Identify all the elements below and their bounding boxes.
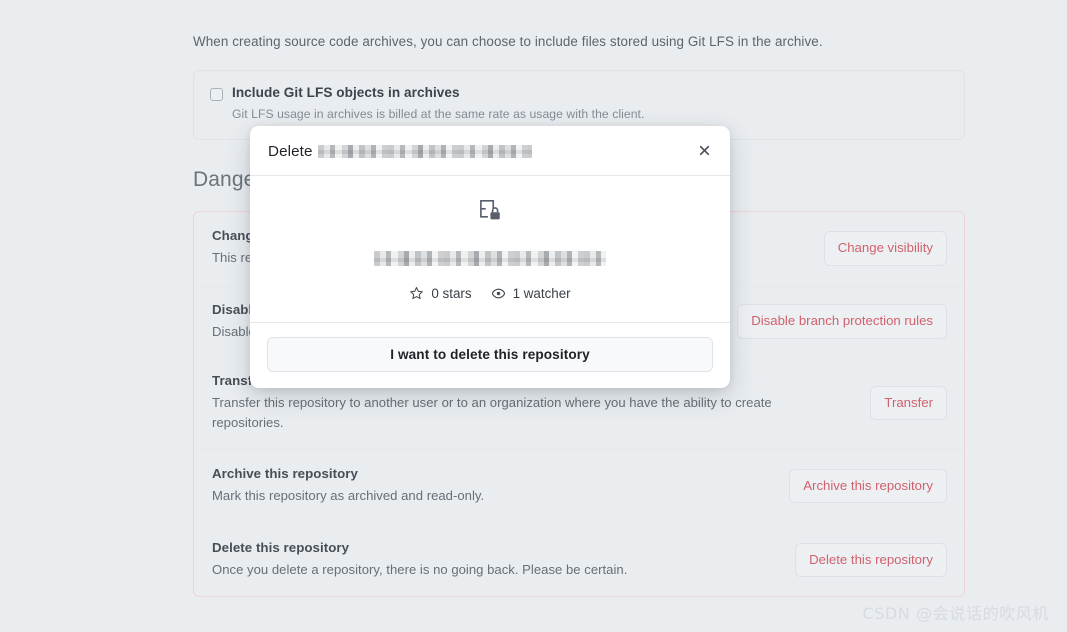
disable-branch-protection-button[interactable]: Disable branch protection rules: [737, 304, 947, 339]
stars-count-label: 0 stars: [431, 286, 472, 301]
delete-repository-dialog: Delete 0 stars 1 watcher I want to delet…: [250, 126, 730, 388]
dialog-redacted-repo-name: [374, 251, 606, 266]
include-git-lfs-checkbox[interactable]: [210, 87, 223, 101]
settings-page: When creating source code archives, you …: [0, 0, 1067, 632]
change-visibility-button[interactable]: Change visibility: [823, 231, 947, 266]
eye-icon: [491, 286, 506, 301]
stars-stat: 0 stars: [409, 286, 472, 301]
watermark: CSDN @会说话的吹风机: [862, 604, 1049, 623]
dialog-title: Delete: [268, 143, 532, 160]
danger-row-text: Delete this repository Once you delete a…: [212, 540, 777, 580]
star-icon: [409, 286, 424, 301]
confirm-delete-repository-button[interactable]: I want to delete this repository: [267, 337, 713, 372]
danger-row-title: Archive this repository: [212, 465, 358, 481]
private-repo-lock-icon: [270, 198, 710, 229]
danger-row-title: Delete this repository: [212, 539, 350, 555]
include-git-lfs-label: Include Git LFS objects in archives: [232, 84, 460, 100]
dialog-title-redacted-repo-name: [317, 144, 532, 158]
dialog-body: 0 stars 1 watcher: [250, 176, 730, 323]
danger-row-description: Transfer this repository to another user…: [212, 394, 772, 431]
repo-stats-row: 0 stars 1 watcher: [270, 286, 710, 301]
git-lfs-intro-text: When creating source code archives, you …: [193, 34, 823, 50]
danger-row-delete-repository: Delete this repository Once you delete a…: [194, 522, 964, 596]
archive-repository-button[interactable]: Archive this repository: [789, 468, 947, 504]
delete-repository-button[interactable]: Delete this repository: [795, 542, 947, 578]
include-git-lfs-help-text: Git LFS usage in archives is billed at t…: [232, 106, 645, 121]
watchers-count-label: 1 watcher: [512, 286, 571, 301]
transfer-button[interactable]: Transfer: [870, 385, 947, 421]
watchers-stat: 1 watcher: [491, 286, 571, 301]
danger-row-description: Once you delete a repository, there is n…: [212, 561, 628, 577]
dialog-footer: I want to delete this repository: [250, 323, 730, 388]
dialog-header: Delete: [250, 126, 730, 176]
danger-row-text: Archive this repository Mark this reposi…: [212, 466, 771, 506]
danger-row-archive-repository: Archive this repository Mark this reposi…: [194, 448, 964, 522]
danger-row-description: Mark this repository as archived and rea…: [212, 487, 485, 503]
close-icon[interactable]: [692, 139, 716, 163]
git-lfs-checkbox-row[interactable]: Include Git LFS objects in archives: [210, 85, 948, 101]
dialog-title-prefix: Delete: [268, 142, 313, 160]
